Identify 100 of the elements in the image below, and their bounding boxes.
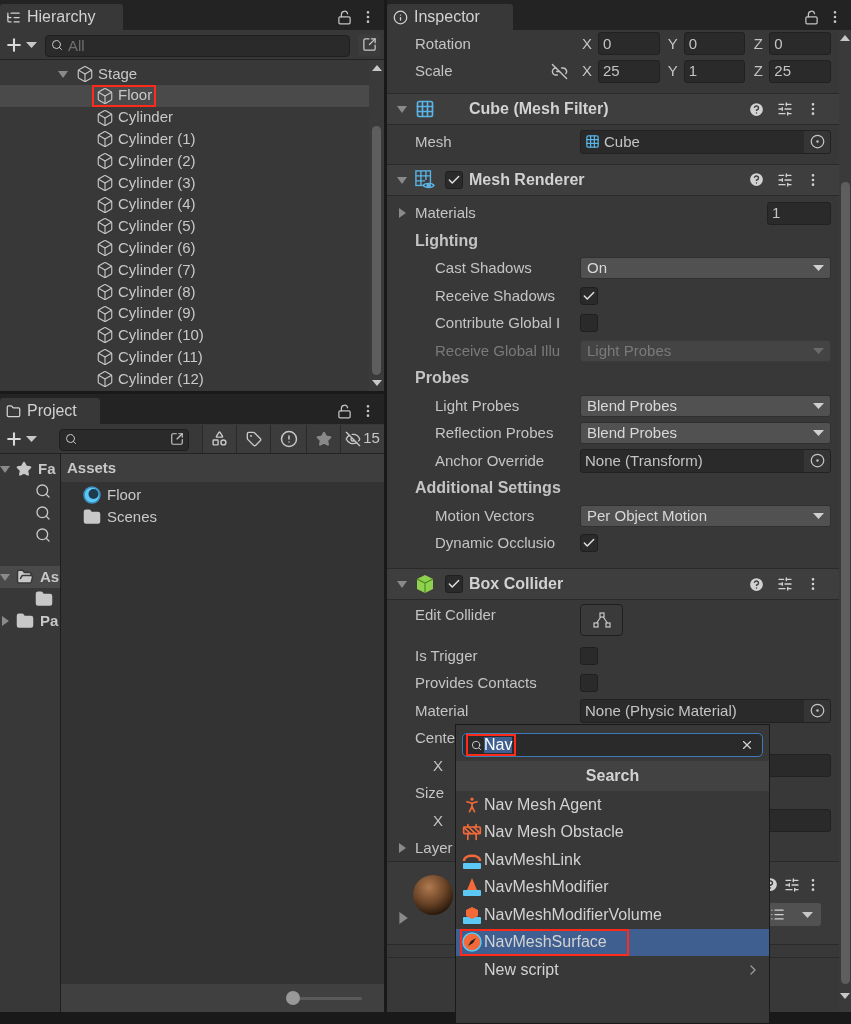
collapsed-arrow-icon[interactable]	[397, 842, 407, 853]
scrollbar-thumb[interactable]	[372, 126, 381, 375]
presets-icon[interactable]	[784, 876, 800, 893]
component-header[interactable]: Cube (Mesh Filter)	[387, 93, 839, 125]
scrollbar-thumb[interactable]	[840, 182, 850, 984]
panel-tab[interactable]: Hierarchy	[0, 4, 123, 30]
object-field[interactable]: Cube	[580, 129, 831, 154]
component-option[interactable]: New script	[456, 956, 769, 984]
component-header[interactable]: Mesh Renderer	[387, 163, 839, 196]
log-filter-button[interactable]	[270, 424, 306, 453]
dropdown[interactable]: On	[580, 257, 831, 280]
number-field[interactable]: 1	[683, 59, 746, 83]
number-field[interactable]: 1	[767, 201, 831, 225]
scroll-up-icon[interactable]	[840, 34, 850, 42]
scroll-up-icon[interactable]	[371, 64, 382, 72]
hierarchy-item[interactable]: Cylinder (6)	[0, 237, 369, 260]
expanded-arrow-icon[interactable]	[397, 579, 407, 589]
slider-thumb[interactable]	[286, 991, 300, 1005]
component-option[interactable]: NavMeshSurface	[456, 928, 769, 956]
hierarchy-item[interactable]: Cylinder (2)	[0, 150, 369, 172]
dropdown[interactable]: Blend Probes	[580, 422, 831, 445]
foldout-label[interactable]: Layer	[415, 836, 453, 859]
help-icon[interactable]	[748, 171, 765, 188]
hierarchy-item[interactable]: Cylinder (12)	[0, 368, 369, 390]
checkbox[interactable]	[580, 286, 598, 305]
lock-icon[interactable]	[337, 9, 352, 25]
checkbox[interactable]	[445, 170, 463, 189]
dropdown[interactable]: Blend Probes	[580, 394, 831, 417]
number-field[interactable]: 0	[769, 32, 831, 56]
scroll-down-icon[interactable]	[371, 379, 382, 387]
checkbox[interactable]	[445, 575, 463, 593]
component-header[interactable]: Box Collider	[387, 568, 839, 600]
asset-item[interactable]: Floor	[83, 484, 384, 506]
expanded-arrow-icon[interactable]	[0, 572, 10, 582]
object-field[interactable]: None (Transform)	[580, 448, 831, 473]
number-field[interactable]: 25	[598, 59, 660, 83]
expanded-arrow-icon[interactable]	[397, 104, 407, 114]
clear-icon[interactable]	[740, 738, 754, 752]
component-option[interactable]: Nav Mesh Agent	[456, 791, 769, 819]
help-icon[interactable]	[748, 100, 765, 118]
label-filter-button[interactable]	[236, 424, 270, 453]
checkbox[interactable]	[580, 646, 598, 665]
favorite-button[interactable]	[306, 424, 340, 453]
expanded-arrow-icon[interactable]	[58, 68, 68, 79]
help-icon[interactable]	[748, 575, 765, 593]
number-field[interactable]: 0	[683, 32, 746, 56]
lock-icon[interactable]	[804, 9, 819, 25]
expanded-arrow-icon[interactable]	[397, 174, 407, 185]
object-picker-button[interactable]	[804, 449, 830, 472]
object-field[interactable]: None (Physic Material)	[580, 698, 831, 723]
asset-item[interactable]: Scenes	[83, 506, 384, 528]
folder-tree-item[interactable]: As	[0, 566, 60, 588]
hierarchy-item[interactable]: Stage	[0, 63, 369, 85]
type-filter-button[interactable]	[202, 424, 236, 453]
lock-icon[interactable]	[337, 403, 352, 419]
search-field[interactable]: All	[45, 34, 350, 57]
expanded-arrow-icon[interactable]	[0, 464, 10, 474]
panel-tab[interactable]: Inspector	[387, 4, 513, 30]
unlinked-icon[interactable]	[551, 62, 568, 80]
folder-tree-item[interactable]: Fa	[0, 458, 60, 480]
checkbox[interactable]	[580, 674, 598, 693]
hierarchy-item[interactable]: Cylinder	[0, 106, 369, 129]
scroll-down-icon[interactable]	[840, 992, 850, 1000]
open-window-button[interactable]	[358, 33, 380, 56]
popout-icon[interactable]	[170, 431, 184, 446]
search-field[interactable]	[59, 428, 189, 451]
breadcrumb[interactable]: Assets	[67, 456, 117, 480]
object-picker-button[interactable]	[804, 130, 830, 153]
hidden-packages-button[interactable]: 15	[340, 424, 384, 453]
checkbox[interactable]	[580, 314, 598, 333]
hierarchy-item[interactable]: Cylinder (11)	[0, 346, 369, 369]
presets-icon[interactable]	[777, 101, 793, 117]
hierarchy-item[interactable]: Cylinder (3)	[0, 172, 369, 194]
hierarchy-item[interactable]: Floor	[0, 84, 369, 107]
presets-icon[interactable]	[777, 171, 793, 188]
dropdown[interactable]: Per Object Motion	[580, 504, 831, 527]
hierarchy-item[interactable]: Cylinder (10)	[0, 324, 369, 347]
hierarchy-item[interactable]: Cylinder (1)	[0, 128, 369, 151]
collapsed-arrow-icon[interactable]	[0, 616, 10, 626]
zoom-slider[interactable]	[286, 991, 362, 1005]
hierarchy-item[interactable]: Cylinder (9)	[0, 302, 369, 325]
number-field[interactable]: 25	[769, 59, 831, 83]
component-option[interactable]: NavMeshModifierVolume	[456, 901, 769, 929]
folder-tree-item[interactable]: Pa	[0, 610, 60, 632]
component-option[interactable]: NavMeshModifier	[456, 873, 769, 901]
foldout-label[interactable]: Materials	[415, 204, 476, 221]
panel-tab[interactable]: Project	[0, 398, 100, 424]
checkbox[interactable]	[580, 534, 598, 553]
component-option[interactable]: NavMeshLink	[456, 846, 769, 874]
object-picker-button[interactable]	[804, 699, 830, 722]
hierarchy-item[interactable]: Cylinder (7)	[0, 259, 369, 281]
number-field[interactable]: 0	[598, 32, 660, 56]
search-field[interactable]: Nav	[462, 733, 763, 757]
edit-collider-button[interactable]	[580, 604, 623, 636]
presets-icon[interactable]	[777, 576, 793, 592]
component-option[interactable]: Nav Mesh Obstacle	[456, 818, 769, 846]
hierarchy-item[interactable]: Cylinder (4)	[0, 193, 369, 216]
hierarchy-item[interactable]: Cylinder (5)	[0, 215, 369, 238]
collapsed-arrow-icon[interactable]	[397, 208, 407, 219]
collapsed-arrow-icon[interactable]	[397, 912, 409, 924]
